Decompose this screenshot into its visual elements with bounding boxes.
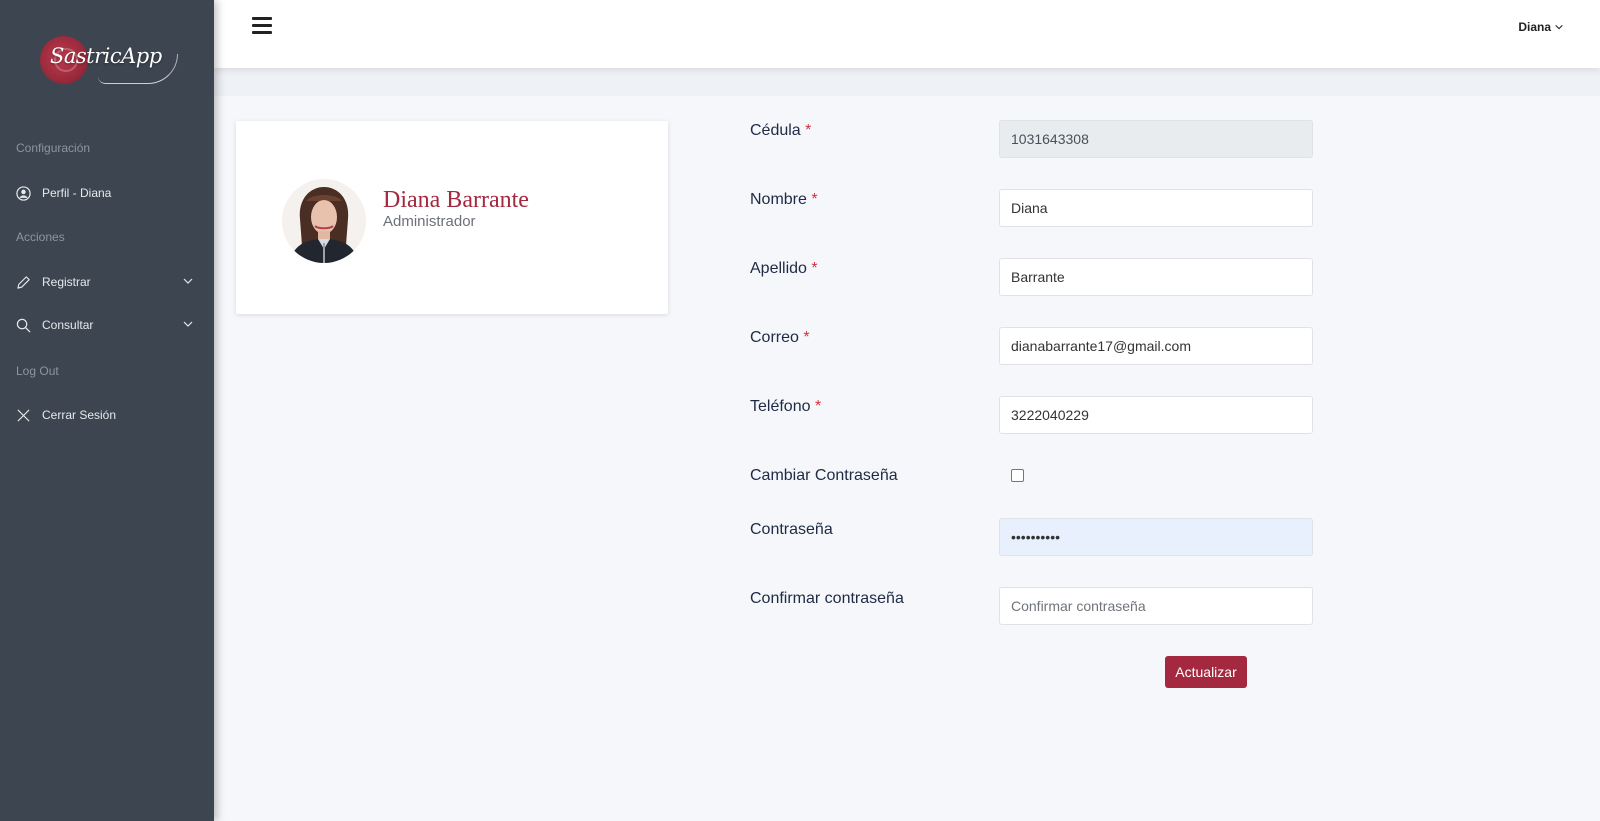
telefono-label-text: Teléfono — [750, 398, 811, 415]
required-mark: * — [811, 260, 818, 277]
apellido-label: Apellido * — [750, 260, 818, 278]
apellido-field[interactable] — [999, 258, 1313, 296]
cambiar-contrasena-label: Cambiar Contraseña — [750, 467, 898, 484]
user-menu[interactable]: Diana — [1518, 20, 1564, 34]
section-label-config: Configuración — [16, 141, 91, 155]
cedula-label-text: Cédula — [750, 122, 801, 139]
confirmar-contrasena-label: Confirmar contraseña — [750, 590, 904, 607]
correo-label-text: Correo — [750, 329, 799, 346]
required-mark: * — [814, 398, 822, 415]
cambiar-contrasena-checkbox[interactable] — [1011, 469, 1024, 482]
actualizar-button[interactable]: Actualizar — [1165, 656, 1247, 688]
sidebar-item-label: Consultar — [42, 318, 94, 332]
correo-label: Correo * — [750, 329, 810, 347]
nombre-label-text: Nombre — [750, 191, 807, 208]
cedula-label: Cédula * — [750, 122, 811, 140]
menu-toggle-icon[interactable] — [252, 17, 272, 34]
correo-field[interactable] — [999, 327, 1313, 365]
sidebar-item-profile[interactable]: Perfil - Diana — [0, 178, 214, 208]
telefono-field[interactable] — [999, 396, 1313, 434]
contrasena-label: Contraseña — [750, 521, 833, 538]
avatar — [282, 179, 366, 263]
user-menu-name: Diana — [1518, 20, 1551, 34]
contrasena-field[interactable] — [999, 518, 1313, 556]
search-icon — [15, 317, 31, 333]
section-label-logout: Log Out — [16, 364, 59, 378]
close-icon — [15, 407, 31, 423]
pencil-icon — [15, 274, 31, 290]
nombre-field[interactable] — [999, 189, 1313, 227]
profile-card: Diana Barrante Administrador — [236, 121, 668, 314]
required-mark: * — [811, 191, 818, 208]
sidebar-item-registrar[interactable]: Registrar — [0, 267, 214, 297]
chevron-down-icon — [183, 278, 193, 284]
required-mark: * — [803, 329, 810, 346]
sidebar: SastricApp Configuración Perfil - Diana … — [0, 0, 214, 821]
confirmar-contrasena-field[interactable] — [999, 587, 1313, 625]
header-band — [214, 68, 1600, 96]
cedula-field[interactable] — [999, 120, 1313, 158]
sidebar-item-label: Cerrar Sesión — [42, 408, 117, 422]
profile-role: Administrador — [383, 213, 476, 230]
telefono-label: Teléfono * — [750, 398, 821, 416]
profile-name: Diana Barrante — [383, 187, 529, 213]
sidebar-item-consultar[interactable]: Consultar — [0, 310, 214, 340]
chevron-down-icon — [183, 321, 193, 327]
nombre-label: Nombre * — [750, 191, 818, 209]
required-mark: * — [805, 122, 812, 139]
logo-text: SastricApp — [50, 44, 162, 68]
top-bar: Diana — [214, 0, 1600, 68]
user-circle-icon — [15, 185, 31, 201]
sidebar-item-cerrar-sesion[interactable]: Cerrar Sesión — [0, 400, 214, 430]
app-logo[interactable]: SastricApp — [38, 30, 178, 92]
apellido-label-text: Apellido — [750, 260, 807, 277]
chevron-down-icon — [1555, 24, 1563, 30]
sidebar-item-label: Registrar — [42, 275, 91, 289]
section-label-actions: Acciones — [16, 230, 65, 244]
sidebar-item-label: Perfil - Diana — [42, 186, 112, 200]
